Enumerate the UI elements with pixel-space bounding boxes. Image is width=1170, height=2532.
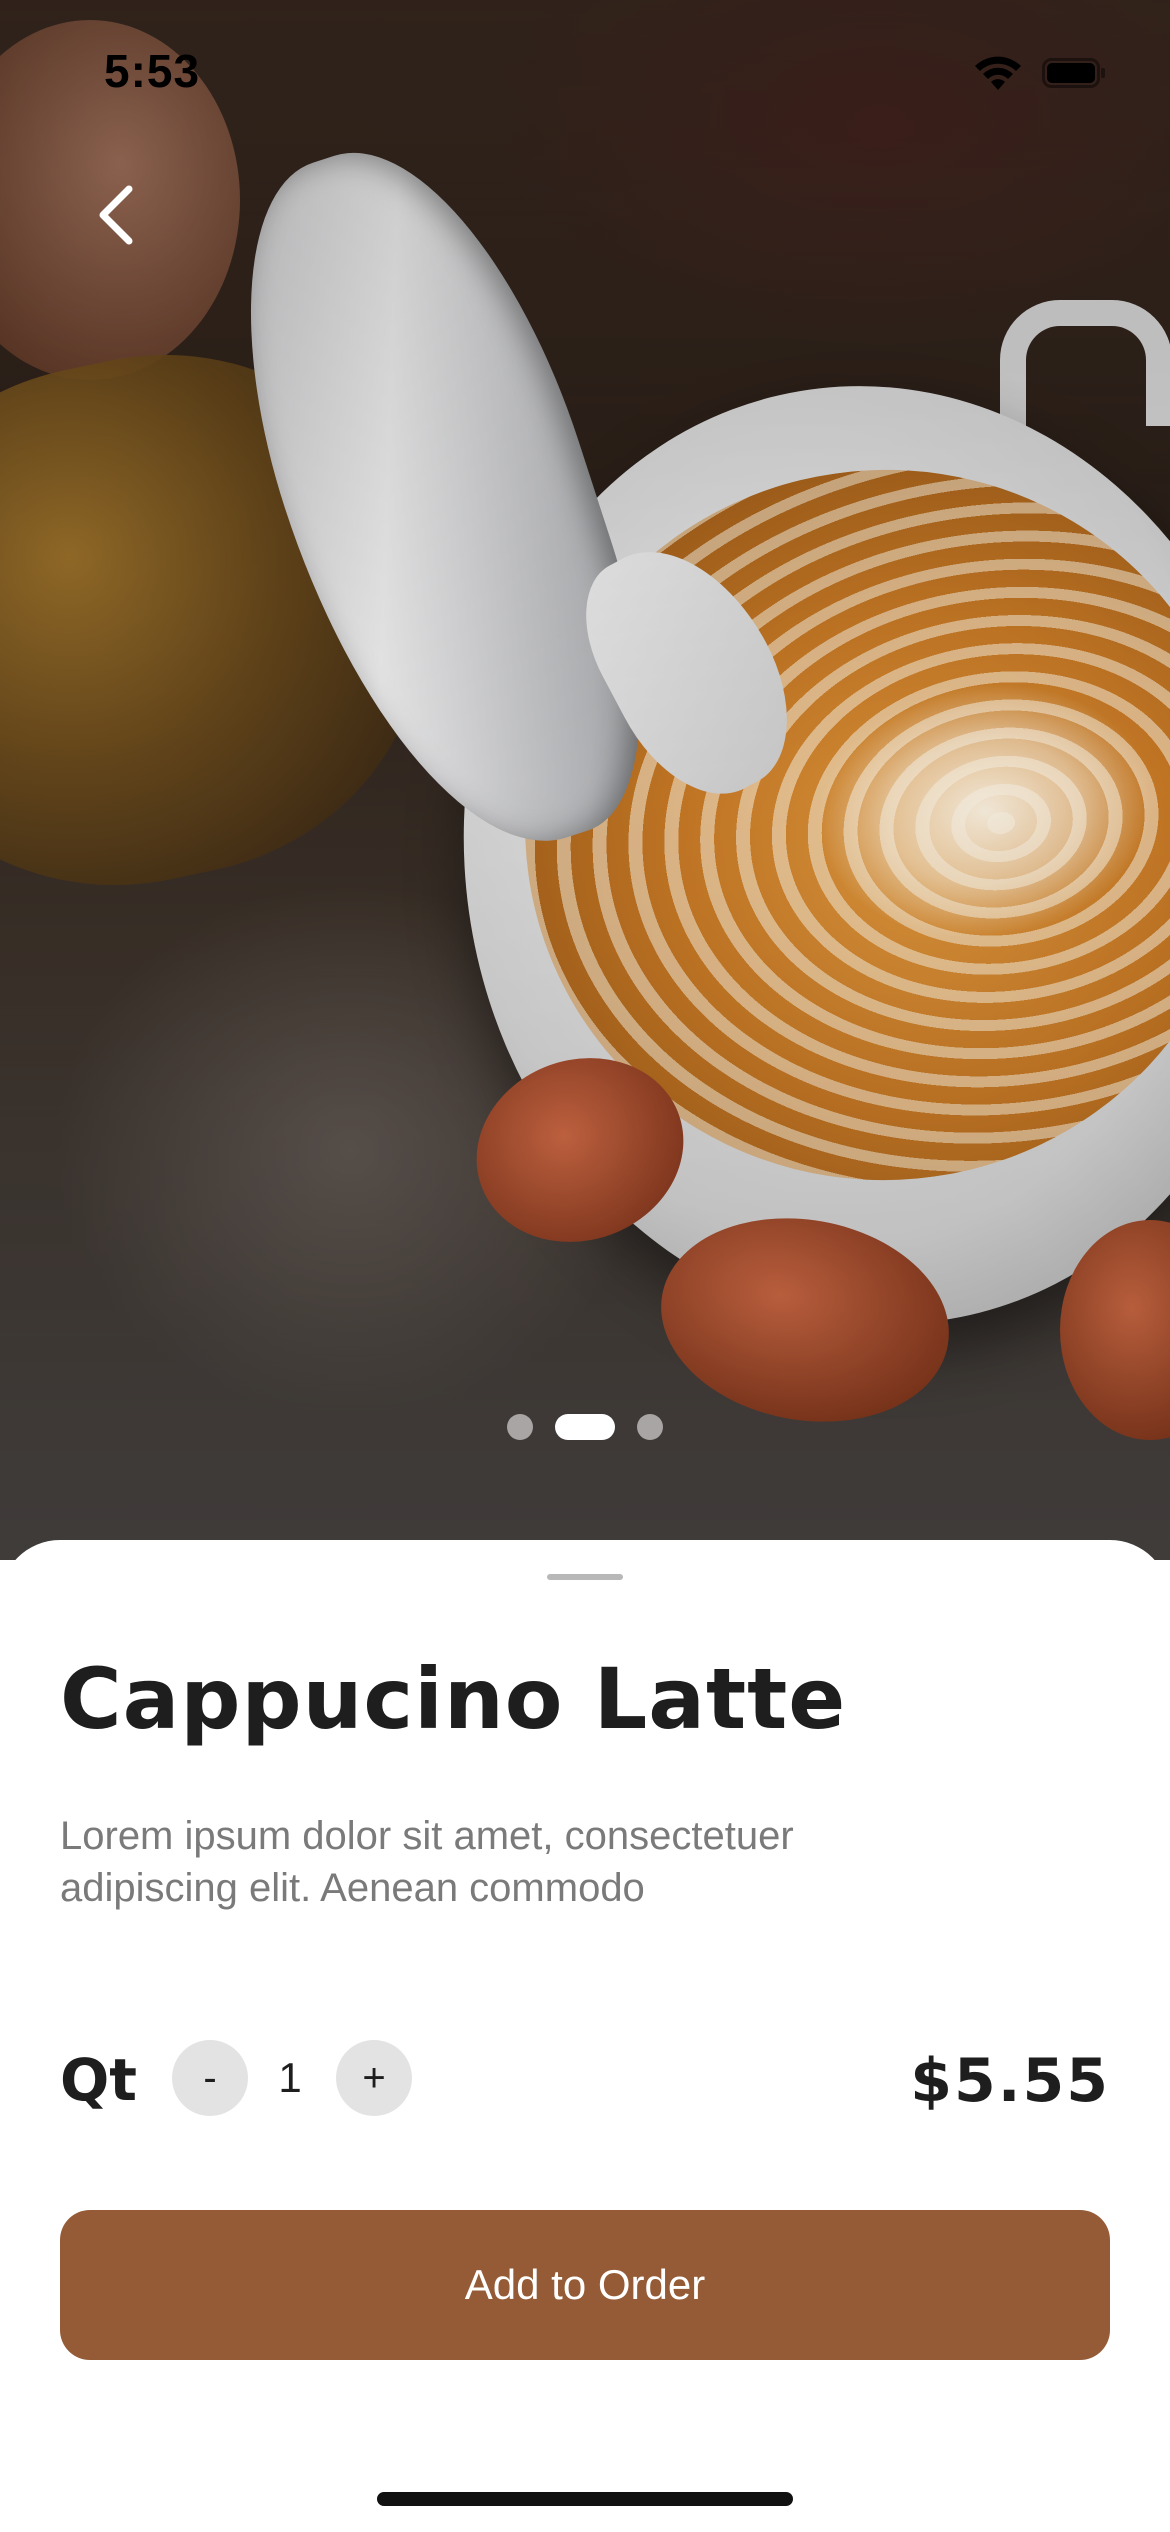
product-detail-screen: 5:53 Cappucino Latte Lorem ipsum dolor s… <box>0 0 1170 2532</box>
decrement-button[interactable]: - <box>172 2040 248 2116</box>
quantity-label: Qt <box>60 2046 138 2114</box>
sheet-grabber[interactable] <box>547 1574 623 1580</box>
image-pager <box>0 1414 1170 1440</box>
wifi-icon <box>975 56 1021 90</box>
pager-dot[interactable] <box>637 1414 663 1440</box>
back-button[interactable] <box>70 170 160 260</box>
battery-icon <box>1042 58 1105 88</box>
home-indicator[interactable] <box>377 2492 793 2506</box>
product-sheet: Cappucino Latte Lorem ipsum dolor sit am… <box>0 1540 1170 2532</box>
quantity-row: Qt - 1 + $5.55 <box>60 2040 1110 2120</box>
increment-button[interactable]: + <box>336 2040 412 2116</box>
hero-image <box>0 0 1170 1560</box>
pager-dot[interactable] <box>507 1414 533 1440</box>
pager-dot-active[interactable] <box>555 1414 615 1440</box>
quantity-value: 1 <box>278 2054 302 2101</box>
status-bar: 5:53 <box>0 0 1170 140</box>
add-to-order-button[interactable]: Add to Order <box>60 2210 1110 2360</box>
product-title: Cappucino Latte <box>60 1650 847 1748</box>
product-description: Lorem ipsum dolor sit amet, consectetuer… <box>60 1814 794 1910</box>
status-time: 5:53 <box>104 45 201 97</box>
chevron-left-icon <box>99 185 133 245</box>
product-price: $5.55 <box>910 2046 1110 2116</box>
